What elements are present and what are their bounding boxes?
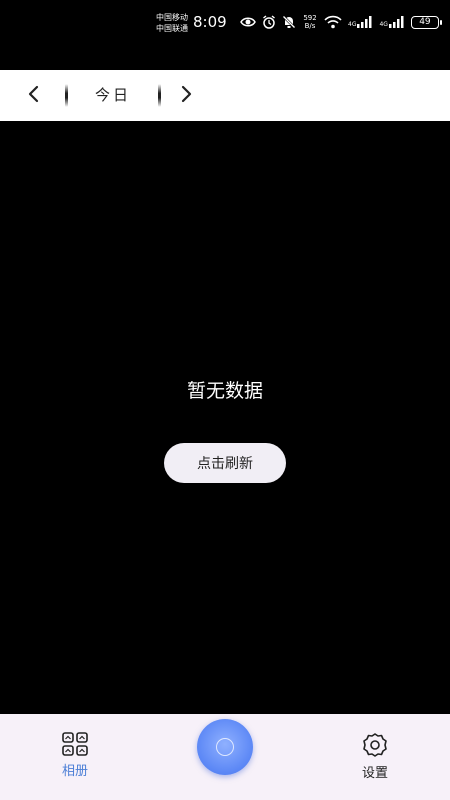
network-speed-value: 592 [303, 14, 317, 22]
carrier-names: 中国移动 中国联通 [156, 12, 188, 34]
grid-icon [62, 732, 88, 760]
date-navigation: 今日 [0, 70, 450, 121]
tab-settings[interactable]: 设置 [345, 732, 405, 782]
refresh-button[interactable]: 点击刷新 [164, 443, 286, 483]
tab-album[interactable]: 相册 [45, 732, 105, 782]
carrier-1: 中国移动 [156, 13, 188, 22]
tab-settings-label: 设置 [361, 766, 388, 781]
sim1-signal-icon: 4G [348, 16, 373, 28]
previous-day-button[interactable] [20, 82, 48, 110]
main-content: 暂无数据 点击刷新 [0, 121, 450, 714]
center-action-button[interactable] [197, 719, 253, 775]
wifi-icon [324, 15, 342, 29]
date-label[interactable]: 今日 [86, 85, 140, 105]
chevron-left-icon [27, 85, 41, 107]
status-time: 8:09 [193, 13, 227, 31]
circle-icon [216, 738, 234, 756]
eye-icon [240, 16, 256, 28]
date-divider-right [158, 84, 161, 107]
next-day-button[interactable] [172, 82, 200, 110]
chevron-right-icon [179, 85, 193, 107]
status-bar: 中国移动 中国联通 8:09 592 B/s 4G 4G 49 [0, 0, 450, 70]
gear-icon [362, 732, 388, 762]
status-icons: 592 B/s 4G 4G 49 [240, 12, 442, 32]
tab-album-label: 相册 [61, 764, 88, 779]
date-divider-left [65, 84, 68, 107]
sim2-signal-icon: 4G [379, 16, 404, 28]
mute-bell-icon [282, 15, 296, 29]
carrier-2: 中国联通 [156, 24, 188, 33]
alarm-icon [262, 15, 276, 29]
network-speed-unit: B/s [304, 22, 316, 30]
battery-indicator: 49 [410, 15, 442, 29]
empty-state-text: 暂无数据 [186, 380, 263, 402]
network-speed: 592 B/s [302, 14, 318, 30]
